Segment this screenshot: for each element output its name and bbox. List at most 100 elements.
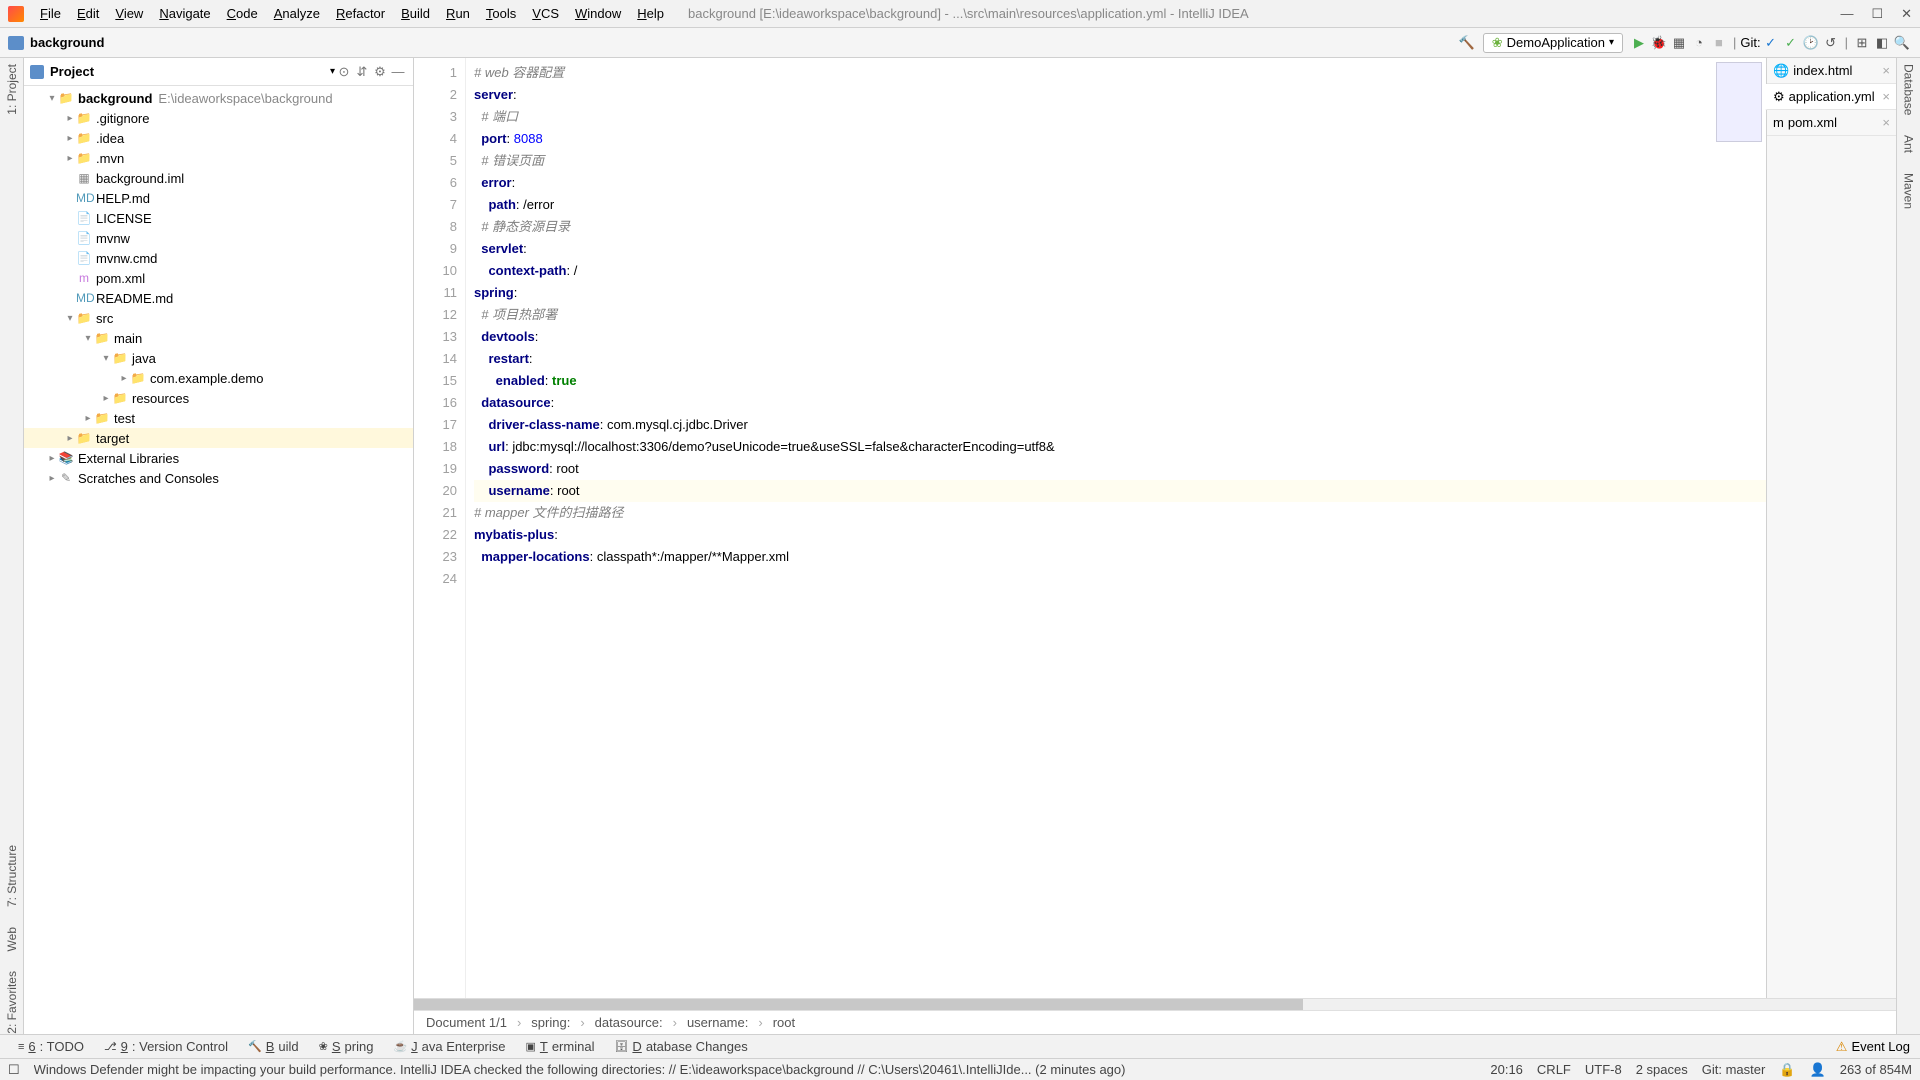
run-config-select[interactable]: ❀ DemoApplication ▾ <box>1483 33 1623 53</box>
event-log-button[interactable]: ⚠ Event Log <box>1836 1039 1910 1055</box>
vcs-rollback-button[interactable]: ↺ <box>1821 35 1841 51</box>
tree-item-com-example-demo[interactable]: ▸📁com.example.demo <box>24 368 413 388</box>
tree-item-help-md[interactable]: MDHELP.md <box>24 188 413 208</box>
memory-indicator[interactable]: 263 of 854M <box>1840 1062 1912 1077</box>
indent-config[interactable]: 2 spaces <box>1636 1062 1688 1077</box>
status-icon[interactable]: ☐ <box>8 1062 20 1078</box>
maximize-button[interactable]: ☐ <box>1871 6 1883 22</box>
vcs-history-button[interactable]: 🕑 <box>1801 35 1821 51</box>
menu-vcs[interactable]: VCS <box>524 6 567 21</box>
file-encoding[interactable]: UTF-8 <box>1585 1062 1622 1077</box>
vcs-update-button[interactable]: ✓ <box>1761 35 1781 51</box>
tree-item-scratches-and-consoles[interactable]: ▸✎Scratches and Consoles <box>24 468 413 488</box>
strip-project[interactable]: 1: Project <box>5 64 19 115</box>
menu-refactor[interactable]: Refactor <box>328 6 393 21</box>
lock-icon[interactable]: 🔒 <box>1779 1062 1795 1078</box>
minimap[interactable] <box>1716 62 1762 142</box>
tree-item-java[interactable]: ▾📁java <box>24 348 413 368</box>
panel-settings-button[interactable]: ⚙ <box>371 64 389 80</box>
editor-tab-pom-xml[interactable]: mpom.xml× <box>1767 110 1896 136</box>
menu-file[interactable]: File <box>32 6 69 21</box>
minimize-button[interactable]: — <box>1840 6 1853 22</box>
caret-position[interactable]: 20:16 <box>1490 1062 1523 1077</box>
strip-favorites[interactable]: 2: Favorites <box>5 971 19 1034</box>
panel-hide-button[interactable]: — <box>389 64 407 79</box>
strip-ant[interactable]: Ant <box>1902 135 1916 153</box>
editor-breadcrumbs[interactable]: Document 1/1›spring:›datasource:›usernam… <box>414 1010 1896 1034</box>
tree-item--mvn[interactable]: ▸📁.mvn <box>24 148 413 168</box>
toolwindow-6-todo[interactable]: ≡6: TODO <box>10 1039 92 1054</box>
search-everywhere-button[interactable]: 🔍 <box>1892 35 1912 51</box>
ide-settings-button[interactable]: ⊞ <box>1852 35 1872 51</box>
crumb-0[interactable]: Document 1/1 <box>426 1015 507 1030</box>
tree-item-license[interactable]: 📄LICENSE <box>24 208 413 228</box>
tree-item-test[interactable]: ▸📁test <box>24 408 413 428</box>
line-separator[interactable]: CRLF <box>1537 1062 1571 1077</box>
toolwindow-java-enterprise[interactable]: ☕Java Enterprise <box>385 1039 513 1054</box>
inspector-icon[interactable]: 👤 <box>1810 1062 1826 1078</box>
build-icon[interactable]: 🔨 <box>1457 35 1477 51</box>
git-branch[interactable]: Git: master <box>1702 1062 1766 1077</box>
navigation-bar: background 🔨 ❀ DemoApplication ▾ ▶ 🐞 ▦ ◔… <box>0 28 1920 58</box>
menu-build[interactable]: Build <box>393 6 438 21</box>
menu-run[interactable]: Run <box>438 6 478 21</box>
tree-item-mvnw-cmd[interactable]: 📄mvnw.cmd <box>24 248 413 268</box>
tree-item-background-iml[interactable]: ▦background.iml <box>24 168 413 188</box>
coverage-button[interactable]: ▦ <box>1669 35 1689 51</box>
tree-root[interactable]: ▾📁backgroundE:\ideaworkspace\background <box>24 88 413 108</box>
close-button[interactable]: ✕ <box>1901 6 1912 22</box>
expand-all-button[interactable]: ⇵ <box>353 64 371 80</box>
project-panel-title[interactable]: Project <box>50 64 330 79</box>
tree-item-readme-md[interactable]: MDREADME.md <box>24 288 413 308</box>
tree-item-main[interactable]: ▾📁main <box>24 328 413 348</box>
profile-button[interactable]: ◔ <box>1689 35 1709 50</box>
select-opened-file-button[interactable]: ⊙ <box>335 64 353 80</box>
menu-help[interactable]: Help <box>629 6 672 21</box>
menu-tools[interactable]: Tools <box>478 6 524 21</box>
menu-window[interactable]: Window <box>567 6 629 21</box>
toolwindow-database-changes[interactable]: 🗄Database Changes <box>606 1039 755 1054</box>
toolwindow-spring[interactable]: ❀Spring <box>311 1039 382 1054</box>
project-tree[interactable]: ▾📁backgroundE:\ideaworkspace\background▸… <box>24 86 413 1034</box>
crumb-1[interactable]: spring: <box>531 1015 570 1030</box>
debug-button[interactable]: 🐞 <box>1649 35 1669 51</box>
toolwindow-build[interactable]: 🔨Build <box>240 1039 307 1054</box>
close-tab-icon[interactable]: × <box>1882 89 1890 104</box>
menu-navigate[interactable]: Navigate <box>151 6 218 21</box>
breadcrumb[interactable]: background <box>30 35 104 50</box>
run-button[interactable]: ▶ <box>1629 35 1649 51</box>
vcs-commit-button[interactable]: ✓ <box>1781 35 1801 51</box>
menu-edit[interactable]: Edit <box>69 6 107 21</box>
menu-code[interactable]: Code <box>219 6 266 21</box>
ide-layout-button[interactable]: ◧ <box>1872 35 1892 51</box>
tree-item-resources[interactable]: ▸📁resources <box>24 388 413 408</box>
code-editor[interactable]: # web 容器配置server: # 端口 port: 8088 # 错误页面… <box>466 58 1766 998</box>
strip-maven[interactable]: Maven <box>1902 173 1916 209</box>
close-tab-icon[interactable]: × <box>1882 63 1890 78</box>
stop-button[interactable]: ■ <box>1709 35 1729 50</box>
status-message[interactable]: Windows Defender might be impacting your… <box>34 1062 1477 1077</box>
menu-view[interactable]: View <box>107 6 151 21</box>
toolwindow-9-version-control[interactable]: ⎇9: Version Control <box>96 1039 236 1054</box>
strip-web[interactable]: Web <box>5 927 19 951</box>
strip-structure[interactable]: 7: Structure <box>5 845 19 907</box>
close-tab-icon[interactable]: × <box>1882 115 1890 130</box>
crumb-2[interactable]: datasource: <box>595 1015 663 1030</box>
editor-tab-application-yml[interactable]: ⚙application.yml× <box>1765 84 1896 110</box>
crumb-3[interactable]: username: <box>687 1015 748 1030</box>
tree-item-target[interactable]: ▸📁target <box>24 428 413 448</box>
menu-analyze[interactable]: Analyze <box>266 6 328 21</box>
editor-gutter[interactable]: 123456789101112131415161718192021222324 <box>414 58 466 998</box>
crumb-4[interactable]: root <box>773 1015 795 1030</box>
tree-item--idea[interactable]: ▸📁.idea <box>24 128 413 148</box>
tree-item-pom-xml[interactable]: mpom.xml <box>24 268 413 288</box>
tree-item-src[interactable]: ▾📁src <box>24 308 413 328</box>
editor-horizontal-scrollbar[interactable] <box>414 998 1896 1010</box>
toolwindow-terminal[interactable]: ▣Terminal <box>517 1039 602 1054</box>
tree-item--gitignore[interactable]: ▸📁.gitignore <box>24 108 413 128</box>
strip-database[interactable]: Database <box>1902 64 1916 115</box>
tree-item-mvnw[interactable]: 📄mvnw <box>24 228 413 248</box>
editor-tab-index-html[interactable]: 🌐index.html× <box>1767 58 1896 84</box>
tree-item-external-libraries[interactable]: ▸📚External Libraries <box>24 448 413 468</box>
warning-icon: ⚠ <box>1836 1039 1848 1055</box>
